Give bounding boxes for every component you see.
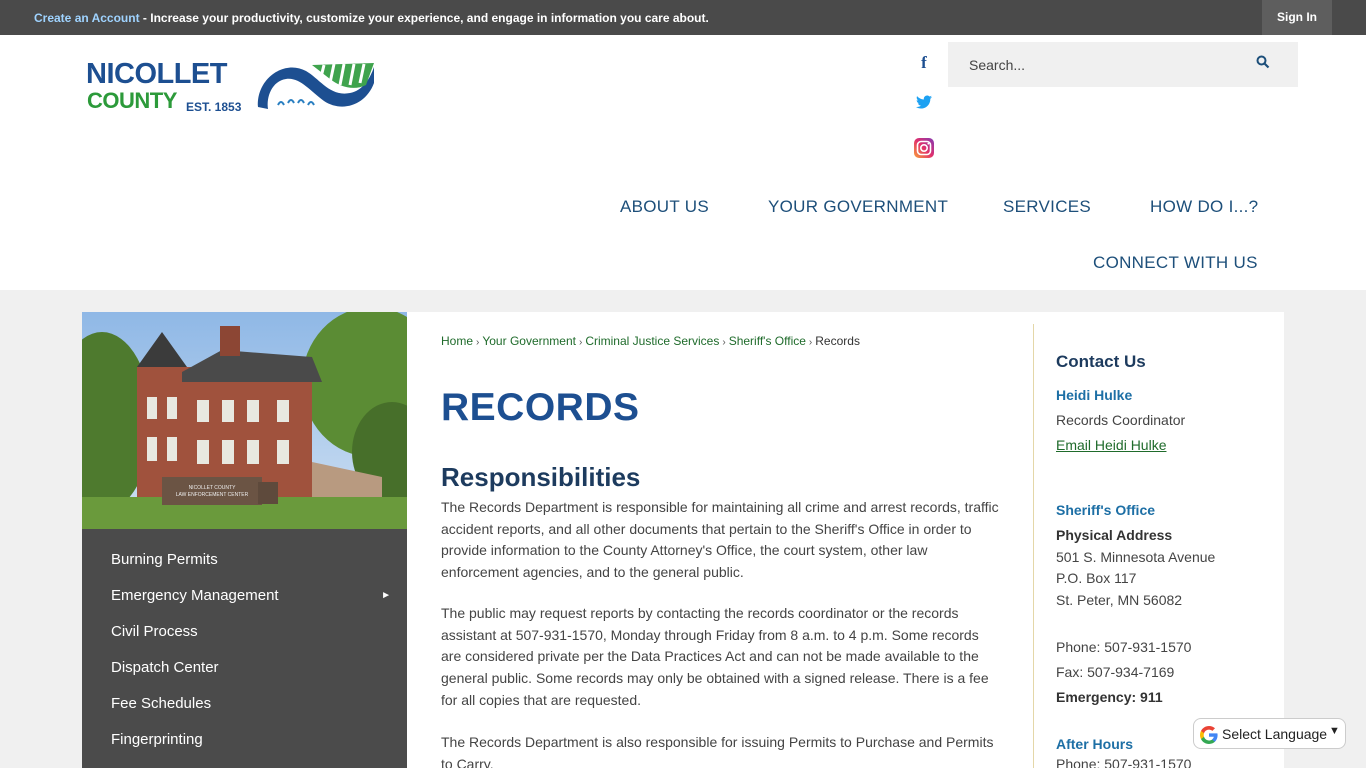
side-menu-item-burning-permits[interactable]: Burning Permits bbox=[82, 542, 407, 578]
address-line-3: St. Peter, MN 56082 bbox=[1056, 592, 1183, 608]
paragraph-permits: The Records Department is also responsib… bbox=[441, 734, 994, 768]
chevron-down-icon: ▼ bbox=[1329, 725, 1340, 737]
nav-how-do-i[interactable]: HOW DO I...? bbox=[1150, 197, 1258, 217]
side-menu: Burning Permits Emergency Management ► Ci… bbox=[82, 542, 407, 758]
address-line-1: 501 S. Minnesota Avenue bbox=[1056, 549, 1216, 565]
side-menu-item-fee-schedules[interactable]: Fee Schedules bbox=[82, 686, 407, 722]
after-hours-label: After Hours bbox=[1056, 736, 1134, 752]
breadcrumb-your-government[interactable]: Your Government bbox=[482, 334, 576, 348]
breadcrumb-current: Records bbox=[815, 334, 860, 348]
contact-role: Records Coordinator bbox=[1056, 412, 1186, 428]
contact-email-link[interactable]: Email Heidi Hulke bbox=[1056, 437, 1166, 453]
logo-line-county: COUNTY bbox=[87, 88, 177, 113]
search-box bbox=[948, 42, 1298, 87]
logo-established: EST. 1853 bbox=[186, 100, 242, 114]
side-menu-item-civil-process[interactable]: Civil Process bbox=[82, 614, 407, 650]
nav-services[interactable]: SERVICES bbox=[1003, 197, 1091, 217]
breadcrumb-sheriffs-office[interactable]: Sheriff's Office bbox=[729, 334, 806, 348]
column-divider bbox=[1033, 324, 1034, 768]
search-input[interactable] bbox=[948, 42, 1248, 87]
address-line-2: P.O. Box 117 bbox=[1056, 570, 1137, 586]
county-logo[interactable]: NICOLLET COUNTY EST. 1853 bbox=[86, 57, 378, 117]
twitter-icon[interactable] bbox=[912, 95, 936, 119]
physical-address-label: Physical Address bbox=[1056, 527, 1173, 543]
language-select[interactable]: Select Language ▼ bbox=[1193, 718, 1346, 749]
paragraph-requests: The public may request reports by contac… bbox=[441, 605, 989, 708]
nav-connect-with-us[interactable]: CONNECT WITH US bbox=[1093, 253, 1258, 273]
office-name: Sheriff's Office bbox=[1056, 502, 1156, 518]
side-menu-item-fingerprinting[interactable]: Fingerprinting bbox=[82, 722, 407, 758]
page-title: RECORDS bbox=[441, 386, 640, 429]
breadcrumb-criminal-justice[interactable]: Criminal Justice Services bbox=[585, 334, 719, 348]
account-promo: Create an Account - Increase your produc… bbox=[34, 11, 709, 25]
left-sidebar: NICOLLET COUNTY LAW ENFORCEMENT CENTER B… bbox=[82, 312, 407, 768]
facebook-icon[interactable]: f bbox=[912, 53, 936, 77]
side-menu-item-dispatch-center[interactable]: Dispatch Center bbox=[82, 650, 407, 686]
section-heading: Responsibilities bbox=[441, 462, 641, 492]
phone-number: Phone: 507-931-1570 bbox=[1056, 639, 1192, 655]
side-menu-item-emergency-management[interactable]: Emergency Management ► bbox=[82, 578, 407, 614]
logo-line-nicollet: NICOLLET bbox=[86, 58, 228, 90]
contact-name: Heidi Hulke bbox=[1056, 387, 1133, 403]
search-icon[interactable] bbox=[1256, 55, 1276, 75]
breadcrumb-home[interactable]: Home bbox=[441, 334, 473, 348]
logo-wave-icon bbox=[257, 63, 374, 112]
main-content: Home › Your Government › Criminal Justice Se… bbox=[407, 312, 1284, 768]
sign-in-button[interactable]: Sign In bbox=[1262, 0, 1332, 35]
google-icon bbox=[1200, 726, 1218, 747]
contact-heading: Contact Us bbox=[1056, 352, 1146, 371]
instagram-icon[interactable] bbox=[912, 138, 936, 162]
nav-your-government[interactable]: YOUR GOVERNMENT bbox=[768, 197, 948, 217]
top-bar: Create an Account - Increase your produc… bbox=[0, 0, 1366, 35]
account-promo-text: - Increase your productivity, customize … bbox=[139, 11, 709, 25]
photo-sign-line1: NICOLLET COUNTY bbox=[189, 485, 237, 491]
submenu-arrow-icon[interactable]: ► bbox=[381, 578, 391, 614]
breadcrumb: Home › Your Government › Criminal Justice Se… bbox=[441, 334, 860, 348]
fax-number: Fax: 507-934-7169 bbox=[1056, 664, 1175, 680]
after-hours-phone: Phone: 507-931-1570 bbox=[1056, 756, 1192, 768]
law-enforcement-center-photo: NICOLLET COUNTY LAW ENFORCEMENT CENTER bbox=[82, 312, 407, 529]
create-account-link[interactable]: Create an Account bbox=[34, 11, 140, 25]
site-header: NICOLLET COUNTY EST. 1853 f ABOUT US Y bbox=[0, 35, 1366, 290]
language-select-label: Select Language bbox=[1222, 726, 1328, 742]
paragraph-responsibilities: The Records Department is responsible fo… bbox=[441, 499, 999, 581]
emergency-number: Emergency: 911 bbox=[1056, 689, 1163, 705]
nav-about-us[interactable]: ABOUT US bbox=[620, 197, 709, 217]
photo-sign-line2: LAW ENFORCEMENT CENTER bbox=[176, 492, 249, 498]
